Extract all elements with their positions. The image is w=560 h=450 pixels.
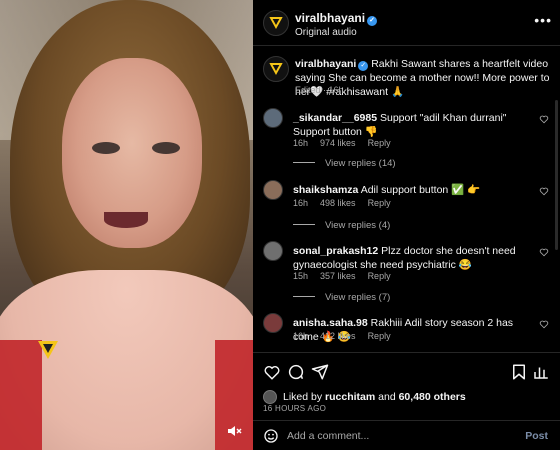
- comment-box: Add a comment... Post: [253, 420, 560, 450]
- replies-line: [293, 224, 315, 225]
- liker-username[interactable]: rucchitam: [325, 391, 375, 403]
- commenter-avatar[interactable]: [263, 108, 283, 128]
- comment-icon[interactable]: [287, 363, 305, 381]
- chart-icon[interactable]: [532, 363, 550, 381]
- comment-input[interactable]: Add a comment...: [287, 430, 369, 442]
- view-replies-button[interactable]: View replies (14): [293, 158, 396, 169]
- view-replies-label[interactable]: View replies (4): [325, 220, 390, 231]
- view-replies-button[interactable]: View replies (4): [293, 220, 390, 231]
- audio-label[interactable]: Original audio: [295, 27, 357, 38]
- video-subject-eye: [92, 142, 120, 154]
- video-subject-mouth: [104, 212, 148, 228]
- author-avatar[interactable]: [263, 10, 289, 36]
- liker-avatar[interactable]: [263, 390, 277, 404]
- comment-age: 16h: [293, 331, 309, 341]
- mute-icon[interactable]: [226, 423, 242, 439]
- like-comment-icon[interactable]: [539, 247, 549, 257]
- comment-likes[interactable]: 412 likes: [320, 331, 356, 341]
- like-comment-icon[interactable]: [539, 114, 549, 124]
- comment-meta: 16h 974 likes Reply: [293, 138, 403, 148]
- post-comment-button[interactable]: Post: [525, 430, 548, 442]
- share-icon[interactable]: [311, 363, 329, 381]
- view-replies-label[interactable]: View replies (14): [325, 158, 396, 169]
- comment-age: 16h: [293, 138, 309, 148]
- caption-username[interactable]: viralbhayani: [295, 58, 356, 70]
- like-comment-icon[interactable]: [539, 186, 549, 196]
- commenter-username[interactable]: shaikshamza: [293, 184, 358, 196]
- comment-text: sonal_prakash12 Plzz doctor she doesn't …: [293, 244, 529, 272]
- post-details-panel: viralbhayani ✓ Original audio ••• viralbh…: [253, 0, 560, 450]
- comment-meta: 15h 357 likes Reply: [293, 271, 403, 281]
- replies-line: [293, 162, 315, 163]
- post-video[interactable]: [0, 0, 253, 450]
- commenter-avatar[interactable]: [263, 313, 283, 333]
- view-replies-button[interactable]: View replies (7): [293, 292, 390, 303]
- viral-bhayani-logo-icon: [269, 63, 283, 75]
- viral-bhayani-logo-icon: [38, 341, 58, 359]
- commenter-avatar[interactable]: [263, 241, 283, 261]
- likes-summary: Liked by rucchitam and 60,480 others: [263, 390, 466, 404]
- comment-likes[interactable]: 357 likes: [320, 271, 356, 281]
- comments-scrollbar[interactable]: [555, 100, 558, 250]
- verified-badge-icon: ✓: [358, 61, 369, 71]
- post-actions: [253, 352, 560, 388]
- more-options-icon[interactable]: •••: [534, 12, 552, 28]
- commenter-username[interactable]: anisha.saha.98: [293, 317, 368, 329]
- verified-badge-icon: ✓: [367, 16, 378, 26]
- comment-age: 16h: [293, 198, 309, 208]
- viral-bhayani-logo-icon: [269, 17, 283, 29]
- emoji-icon[interactable]: [263, 428, 279, 444]
- heart-icon[interactable]: [263, 363, 281, 381]
- author-username[interactable]: viralbhayani ✓: [295, 11, 378, 26]
- comment-likes[interactable]: 498 likes: [320, 198, 356, 208]
- comment-body: Adil support button ✅ 👉: [360, 184, 481, 196]
- likes-count[interactable]: 60,480 others: [399, 391, 466, 403]
- comment-text: shaikshamza Adil support button ✅ 👉: [293, 183, 529, 197]
- post-timestamp[interactable]: 16 HOURS AGO: [263, 404, 326, 413]
- video-subject-eye: [152, 142, 180, 154]
- save-icon[interactable]: [510, 363, 528, 381]
- reply-button[interactable]: Reply: [368, 198, 391, 208]
- reply-button[interactable]: Reply: [368, 138, 391, 148]
- commenter-username[interactable]: _sikandar__6985: [293, 112, 377, 124]
- replies-line: [293, 296, 315, 297]
- view-replies-label[interactable]: View replies (7): [325, 292, 390, 303]
- comment-meta: 16h 498 likes Reply: [293, 198, 403, 208]
- comment-meta: 16h 412 likes Reply: [293, 331, 403, 341]
- commenter-username[interactable]: sonal_prakash12: [293, 245, 378, 257]
- likes-prefix: Liked by: [283, 391, 323, 403]
- commenter-avatar[interactable]: [263, 180, 283, 200]
- comment-age: 15h: [293, 271, 309, 281]
- likes-connector: and: [378, 391, 396, 403]
- comment-likes[interactable]: 974 likes: [320, 138, 356, 148]
- comment-text: _sikandar__6985 Support "adil Khan durra…: [293, 111, 529, 139]
- reply-button[interactable]: Reply: [368, 331, 391, 341]
- caption-meta: Edited · 16h: [295, 85, 344, 95]
- like-comment-icon[interactable]: [539, 319, 549, 329]
- reply-button[interactable]: Reply: [368, 271, 391, 281]
- caption-avatar[interactable]: [263, 56, 289, 82]
- post-header: viralbhayani ✓ Original audio •••: [253, 0, 560, 46]
